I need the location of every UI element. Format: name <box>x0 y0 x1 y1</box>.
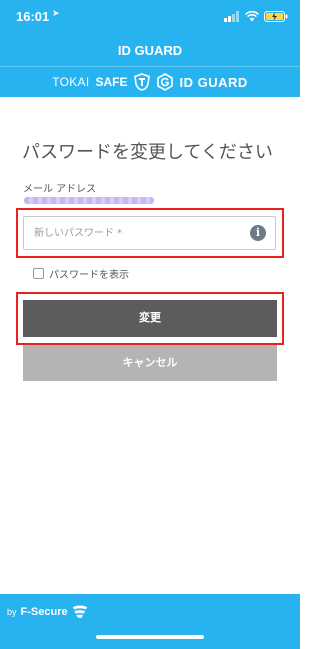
footer-brand: by F-Secure <box>7 605 88 619</box>
email-label: メール アドレス <box>23 184 97 195</box>
info-icon[interactable]: i <box>250 225 266 241</box>
page-title: パスワードを変更してください <box>22 142 273 163</box>
id-guard-logo-icon <box>156 73 173 91</box>
show-password-label: パスワードを表示 <box>49 270 129 281</box>
show-password-toggle[interactable]: パスワードを表示 <box>33 266 129 281</box>
status-icons <box>224 11 288 22</box>
status-bar: 16:01 ➤ <box>0 0 300 36</box>
app-header: ID GUARD <box>0 36 300 66</box>
footer: by F-Secure <box>0 594 300 649</box>
f-secure-logo-icon <box>72 605 87 618</box>
home-indicator <box>96 635 204 639</box>
signal-icon <box>224 11 239 22</box>
change-button[interactable]: 変更 <box>23 300 277 337</box>
email-value-redacted <box>24 197 154 204</box>
footer-by: by <box>7 607 17 617</box>
footer-fsecure: F-Secure <box>20 606 68 618</box>
location-arrow-icon: ➤ <box>52 9 60 19</box>
new-password-input[interactable] <box>24 217 244 249</box>
battery-charging-icon <box>264 11 288 22</box>
brand-id-guard: ID GUARD <box>179 74 248 90</box>
status-time: 16:01 <box>16 9 50 24</box>
brand-tokai: TOKAI <box>52 75 90 89</box>
new-password-field[interactable]: i <box>23 216 276 250</box>
shield-logo-icon <box>133 73 150 91</box>
wifi-icon <box>245 11 259 22</box>
cancel-button[interactable]: キャンセル <box>23 345 277 381</box>
show-password-checkbox[interactable] <box>33 268 44 279</box>
brand-bar: TOKAI SAFE ID GUARD <box>0 66 300 97</box>
app-title: ID GUARD <box>117 43 183 58</box>
brand-safe: SAFE <box>95 75 128 89</box>
